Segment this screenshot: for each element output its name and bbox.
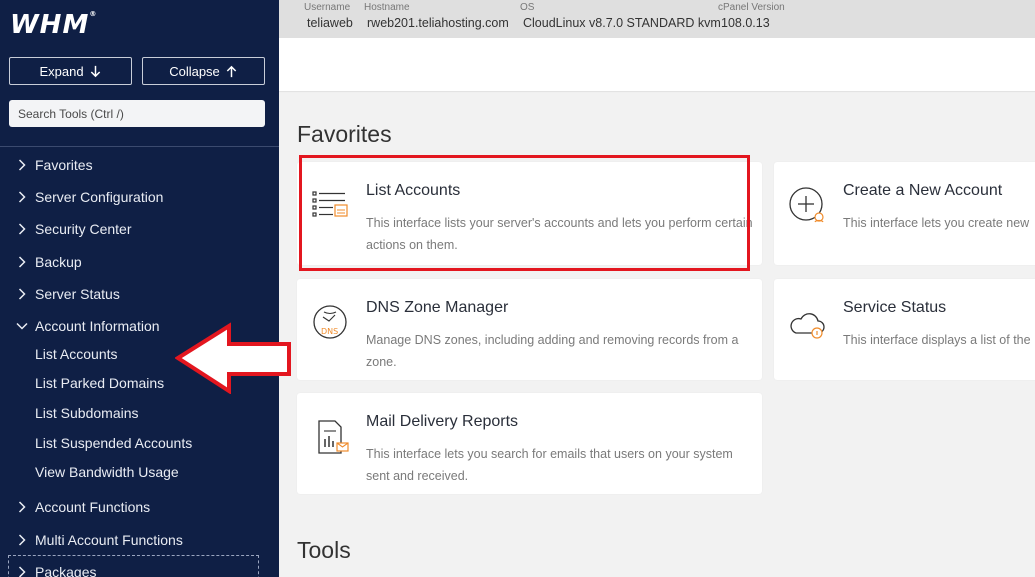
card-description: This interface displays a list of the [843,333,1031,347]
favorites-title: Favorites [297,121,392,147]
sidebar-subitem-view-bandwidth-usage[interactable]: View Bandwidth Usage [35,462,179,482]
sidebar-item-account-information[interactable]: Account Information [15,316,160,336]
card-title: Create a New Account [843,182,1003,199]
chevron-right-icon [18,191,26,203]
main-content: Favorites List Accounts This interface l… [279,93,1035,577]
annotation-highlight-box [299,155,750,271]
chevron-right-icon [18,256,26,268]
sidebar-subitem-list-suspended-accounts[interactable]: List Suspended Accounts [35,433,192,453]
sidebar-item-favorites[interactable]: Favorites [15,155,93,175]
dns-icon: DNS [313,305,347,339]
chevron-right-icon [18,288,26,300]
sidebar-divider [0,146,279,147]
create-account-icon [789,187,824,223]
server-info-bar: Username teliaweb Hostname rweb201.telia… [279,0,1035,38]
card-dns-zone-manager[interactable]: DNS DNS Zone Manager Manage DNS zones, i… [297,279,762,380]
sidebar-item-server-configuration[interactable]: Server Configuration [15,187,163,207]
page-header [279,38,1035,92]
sidebar-item-account-functions[interactable]: Account Functions [15,497,150,517]
sidebar-item-server-status[interactable]: Server Status [15,284,120,304]
card-title: DNS Zone Manager [366,299,509,316]
arrow-up-icon [226,65,237,77]
sidebar-subitem-list-accounts[interactable]: List Accounts [35,344,118,364]
sidebar-item-packages[interactable]: Packages [15,562,96,577]
chevron-right-icon [18,534,26,546]
sidebar-subitem-list-parked-domains[interactable]: List Parked Domains [35,373,164,393]
expand-button[interactable]: Expand [9,57,132,85]
sidebar-item-backup[interactable]: Backup [15,252,82,272]
collapse-button[interactable]: Collapse [142,57,265,85]
chevron-right-icon [18,159,26,171]
expand-collapse-row: Expand Collapse [9,57,265,85]
whm-logo[interactable]: WHM® [10,10,97,40]
chevron-right-icon [18,223,26,235]
os-info: OS CloudLinux v8.7.0 STANDARD kvm [520,2,721,30]
chevron-down-icon [16,322,28,330]
card-description: Manage DNS zones, including adding and r… [366,333,739,369]
service-status-icon [790,313,825,339]
svg-text:DNS: DNS [321,327,338,336]
card-description: This interface lets you search for email… [366,447,733,483]
sidebar-subitem-list-subdomains[interactable]: List Subdomains [35,403,139,423]
card-title: Service Status [843,299,947,316]
card-service-status[interactable]: Service Status This interface displays a… [774,279,1035,380]
sidebar-item-multi-account-functions[interactable]: Multi Account Functions [15,530,183,550]
hostname-info: Hostname rweb201.teliahosting.com [364,2,509,30]
card-description: This interface lets you create new [843,216,1030,230]
card-mail-delivery-reports[interactable]: Mail Delivery Reports This interface let… [297,393,762,494]
chevron-right-icon [18,501,26,513]
annotation-arrow-icon [175,322,291,394]
mail-report-icon [318,420,349,454]
sidebar: WHM® Expand Collapse Favorites Server Co… [0,0,279,577]
card-create-account[interactable]: Create a New Account This interface lets… [774,162,1035,265]
cpanel-version-info: cPanel Version 108.0.13 [718,2,785,30]
arrow-down-icon [90,65,100,77]
chevron-right-icon [18,566,26,577]
search-tools-input[interactable] [9,100,265,127]
card-title: Mail Delivery Reports [366,413,519,430]
tools-title: Tools [297,537,351,563]
sidebar-item-security-center[interactable]: Security Center [15,219,131,239]
username-info: Username teliaweb [304,2,353,30]
